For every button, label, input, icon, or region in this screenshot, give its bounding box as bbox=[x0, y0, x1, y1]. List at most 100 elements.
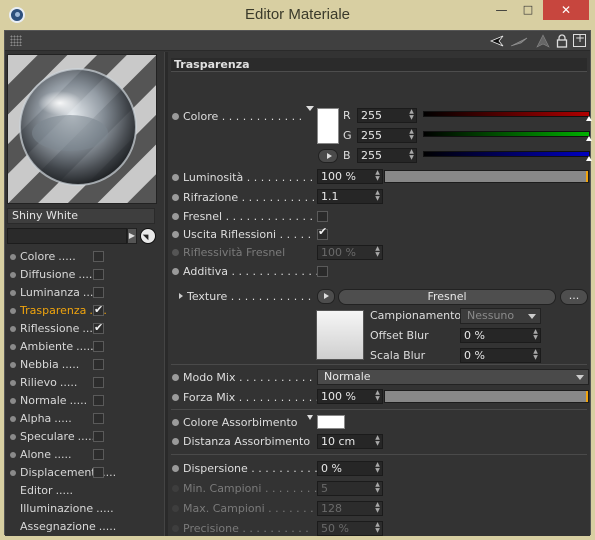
arrow-right-icon[interactable] bbox=[510, 34, 528, 48]
additiva-row: Additiva . . . . . . . . . . . . . . bbox=[168, 263, 590, 281]
colore-swatch[interactable] bbox=[317, 108, 339, 144]
channel-item[interactable]: Rilievo..... bbox=[5, 374, 165, 392]
material-preview[interactable] bbox=[7, 54, 157, 204]
close-button[interactable]: ✕ bbox=[543, 0, 589, 20]
keyframe-dot[interactable] bbox=[172, 194, 179, 201]
color-dropdown-arrow[interactable] bbox=[306, 106, 314, 111]
fresnel-label: Fresnel . . . . . . . . . . . . . . bbox=[183, 210, 321, 223]
campionamento-select[interactable]: Nessuno bbox=[460, 308, 541, 324]
lock-icon[interactable] bbox=[556, 34, 568, 48]
keyframe-dot[interactable] bbox=[172, 465, 179, 472]
channel-checkbox[interactable] bbox=[93, 395, 104, 406]
channel-item[interactable]: Nebbia..... bbox=[5, 356, 165, 374]
modo-mix-select[interactable]: Normale bbox=[317, 369, 589, 385]
channel-item[interactable]: Riflessione..... bbox=[5, 319, 165, 338]
material-search-arrow-icon[interactable]: ▶ bbox=[127, 228, 137, 244]
r-slider[interactable] bbox=[423, 111, 592, 121]
channel-item[interactable]: Assegnazione..... bbox=[5, 518, 165, 536]
luminosita-slider[interactable] bbox=[384, 170, 589, 183]
channel-item[interactable]: Trasparenza..... bbox=[5, 301, 165, 320]
dispersione-field[interactable]: 0 % ▲ ▼ bbox=[317, 461, 383, 476]
color-mode-toggle[interactable] bbox=[318, 149, 338, 163]
pick-cursor-icon[interactable] bbox=[140, 228, 156, 244]
absorption-color-dropdown-arrow[interactable] bbox=[307, 415, 313, 420]
texture-options-button[interactable] bbox=[317, 289, 335, 304]
forza-mix-slider[interactable] bbox=[384, 390, 589, 403]
colore-assorbimento-swatch[interactable] bbox=[317, 415, 345, 429]
offset-blur-field[interactable]: 0 % ▲ ▼ bbox=[460, 328, 541, 343]
channel-item[interactable]: Colore..... bbox=[5, 248, 165, 266]
material-name[interactable]: Shiny White bbox=[7, 208, 155, 224]
channel-item[interactable]: Editor..... bbox=[5, 482, 165, 500]
texture-preview[interactable] bbox=[316, 310, 364, 360]
arrow-up-icon[interactable] bbox=[536, 34, 550, 48]
channel-checkbox[interactable] bbox=[93, 413, 104, 424]
b-slider[interactable] bbox=[423, 151, 592, 161]
channel-item[interactable]: Alpha..... bbox=[5, 410, 165, 428]
uscita-riflessioni-checkbox[interactable] bbox=[317, 225, 328, 240]
distanza-assorbimento-label: Distanza Assorbimento bbox=[183, 435, 311, 448]
channel-item[interactable]: Normale..... bbox=[5, 392, 165, 410]
keyframe-dot[interactable] bbox=[172, 113, 179, 120]
channel-label: Nebbia..... bbox=[20, 358, 80, 371]
keyframe-dot[interactable] bbox=[172, 374, 179, 381]
g-value-field[interactable]: 255 ▲ ▼ bbox=[357, 128, 417, 143]
channel-checkbox[interactable] bbox=[93, 287, 104, 298]
keyframe-dot[interactable] bbox=[172, 213, 179, 220]
uscita-riflessioni-label: Uscita Riflessioni . . . . . bbox=[183, 228, 312, 241]
additiva-checkbox[interactable] bbox=[317, 266, 328, 277]
keyframe-dot[interactable] bbox=[172, 419, 179, 426]
channel-checkbox[interactable] bbox=[93, 359, 104, 370]
keyframe-dot[interactable] bbox=[172, 268, 179, 275]
channel-checkbox[interactable] bbox=[93, 377, 104, 388]
channel-checkbox[interactable] bbox=[93, 431, 104, 442]
keyframe-dot[interactable] bbox=[172, 231, 179, 238]
channel-checkbox[interactable] bbox=[93, 301, 104, 319]
rifrazione-label: Rifrazione . . . . . . . . . . . . bbox=[183, 191, 323, 204]
arrow-left-icon[interactable] bbox=[490, 34, 504, 48]
keyframe-dot[interactable] bbox=[172, 174, 179, 181]
texture-more-button[interactable]: ... bbox=[560, 289, 588, 305]
keyframe-dot bbox=[172, 505, 179, 512]
material-search-field[interactable] bbox=[7, 228, 127, 244]
keyframe-dot[interactable] bbox=[172, 394, 179, 401]
keyframe-dot[interactable] bbox=[172, 438, 179, 445]
channel-checkbox[interactable] bbox=[93, 251, 104, 262]
fresnel-checkbox[interactable] bbox=[317, 211, 328, 222]
channel-dot bbox=[10, 434, 16, 440]
channel-checkbox[interactable] bbox=[93, 449, 104, 460]
channel-checkbox[interactable] bbox=[93, 467, 104, 478]
channel-item[interactable]: Illuminazione..... bbox=[5, 500, 165, 518]
forza-mix-field[interactable]: 100 % ▲ ▼ bbox=[317, 389, 383, 404]
g-slider[interactable] bbox=[423, 131, 592, 141]
scala-blur-field[interactable]: 0 % ▲ ▼ bbox=[460, 348, 541, 363]
channel-checkbox[interactable] bbox=[93, 319, 104, 337]
channel-item[interactable]: Ambiente..... bbox=[5, 338, 165, 356]
texture-name-button[interactable]: Fresnel bbox=[338, 289, 556, 305]
channel-checkbox[interactable] bbox=[93, 269, 104, 280]
max-campioni-label: Max. Campioni . . . . . . . . bbox=[183, 502, 321, 515]
b-value-field[interactable]: 255 ▲ ▼ bbox=[357, 148, 417, 163]
channel-label: Riflessione..... bbox=[20, 322, 100, 335]
channel-item[interactable]: Speculare..... bbox=[5, 428, 165, 446]
channel-item[interactable]: Alone..... bbox=[5, 446, 165, 464]
channel-item[interactable]: Luminanza..... bbox=[5, 284, 165, 302]
maximize-button[interactable]: □ bbox=[515, 0, 541, 20]
channel-dot bbox=[10, 344, 16, 350]
distanza-assorbimento-field[interactable]: 10 cm ▲ ▼ bbox=[317, 434, 383, 449]
grip-icon[interactable] bbox=[10, 35, 22, 46]
left-column: Shiny White ▶ Colore..... Diffusione.....… bbox=[5, 52, 165, 536]
new-window-icon[interactable] bbox=[573, 31, 586, 47]
rifrazione-field[interactable]: 1.1 ▲ ▼ bbox=[317, 189, 383, 204]
material-preview-sphere bbox=[8, 55, 156, 203]
channel-checkbox[interactable] bbox=[93, 341, 104, 352]
precisione-field: 50 % ▲ ▼ bbox=[317, 521, 383, 536]
r-value-field[interactable]: 255 ▲ ▼ bbox=[357, 108, 417, 123]
channel-item[interactable]: Displacement..... bbox=[5, 464, 165, 482]
channel-item[interactable]: Diffusione..... bbox=[5, 266, 165, 284]
luminosita-field[interactable]: 100 % ▲ ▼ bbox=[317, 169, 383, 184]
fresnel-row: Fresnel . . . . . . . . . . . . . . bbox=[168, 208, 590, 226]
minimize-button[interactable]: — bbox=[488, 0, 515, 20]
colore-assorbimento-label: Colore Assorbimento bbox=[183, 416, 298, 429]
riflessivita-fresnel-field: 100 % ▲ ▼ bbox=[317, 245, 383, 260]
